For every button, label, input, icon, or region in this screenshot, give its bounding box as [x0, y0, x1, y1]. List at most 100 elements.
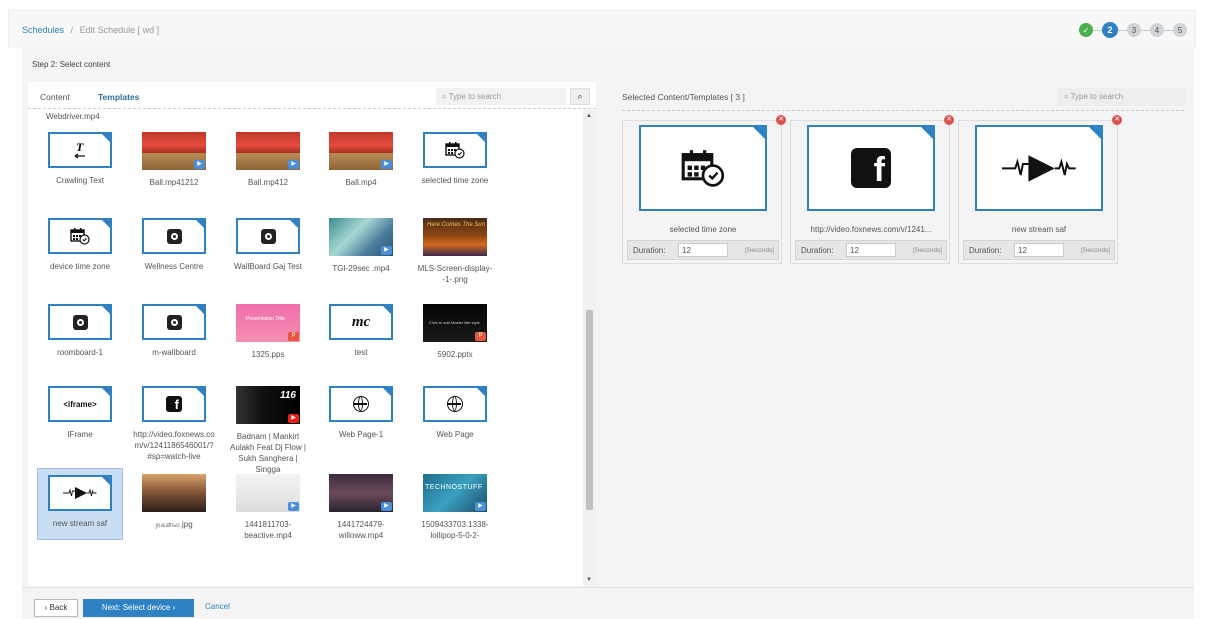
content-item[interactable]: Presentation Title P 1325.pps: [225, 304, 311, 360]
content-item[interactable]: ▶ 1441724479-willoww.mp4: [318, 474, 404, 541]
content-item-label: Ball.mp4: [345, 178, 377, 187]
main-panel: Step 2: Select content Content Templates…: [22, 48, 1194, 619]
globe-icon: [353, 396, 369, 412]
content-item[interactable]: Click to add Master title style P 5902.ppt…: [412, 304, 498, 360]
template-thumbnail: f: [142, 386, 206, 422]
scroll-up-arrow[interactable]: ▲: [586, 113, 592, 119]
content-item[interactable]: ▶ Ball.mp412: [225, 132, 311, 188]
cancel-link[interactable]: Cancel: [205, 602, 230, 611]
content-item-label: 1441724479-willoww.mp4: [337, 520, 385, 540]
content-item-label: IFrame: [67, 430, 93, 439]
content-thumbnail: Click to add Master title style P: [423, 304, 487, 342]
facebook-icon: f: [851, 148, 891, 189]
video-badge-icon: ▶: [288, 502, 299, 511]
content-item[interactable]: WallBoard Gaj Test: [225, 218, 311, 272]
content-thumbnail: 116 ▶: [236, 386, 300, 424]
content-item-label: selected time zone: [421, 176, 489, 185]
content-item[interactable]: 116 ▶ Badnam | Mankirt Aulakh Feat Dj Flow…: [225, 386, 311, 475]
content-item[interactable]: Web Page-1: [318, 386, 404, 440]
duration-label: Duration:: [801, 246, 834, 255]
mc-logo-icon: mc: [351, 313, 371, 330]
content-item[interactable]: நகலை.jpg: [131, 474, 217, 530]
search-placeholder: Type to search: [448, 92, 502, 101]
selected-thumbnail: f: [807, 125, 935, 211]
breadcrumb-current: Edit Schedule [ wd ]: [79, 25, 160, 35]
duration-row: Duration: 12 [Seconds]: [963, 240, 1115, 260]
remove-icon[interactable]: ✕: [776, 115, 786, 125]
next-label: Next: Select device: [101, 603, 171, 612]
tab-bar: Content Templates ⌕ Type to search ⌕: [28, 82, 596, 109]
content-item-label: Web Page-1: [338, 430, 384, 439]
tab-templates[interactable]: Templates: [98, 92, 139, 102]
scrollbar-thumb[interactable]: [586, 310, 593, 510]
remove-icon[interactable]: ✕: [1112, 115, 1122, 125]
content-item-label: 1441811703-beactive.mp4: [244, 520, 292, 540]
duration-input[interactable]: 12: [846, 243, 896, 257]
back-button[interactable]: ‹ Back: [34, 599, 78, 617]
content-thumbnail: ▶: [236, 132, 300, 170]
content-item-label: Ball.mp412: [247, 178, 289, 187]
calendar-clock-icon: [445, 142, 465, 159]
step-1: ✓: [1079, 23, 1093, 37]
content-search-input[interactable]: ⌕ Type to search: [436, 88, 566, 105]
duration-input[interactable]: 12: [1014, 243, 1064, 257]
template-thumbnail: [142, 218, 206, 254]
search-button[interactable]: ⌕: [570, 88, 590, 105]
divider: [622, 110, 1184, 111]
content-item-label: TGI-29sec .mp4: [332, 264, 390, 273]
video-badge-icon: ▶: [288, 160, 299, 169]
next-button[interactable]: Next: Select device ›: [83, 599, 194, 617]
content-item[interactable]: mc test: [318, 304, 404, 358]
content-item-label: MLS-Screen-display--1-.png: [417, 264, 493, 284]
content-thumbnail: ▶: [236, 474, 300, 512]
video-badge-icon: ▶: [194, 160, 205, 169]
step-2: 2: [1102, 22, 1118, 38]
selected-search-input[interactable]: ⌕ Type to search: [1058, 88, 1186, 106]
roomboard-icon: [166, 228, 182, 244]
remove-icon[interactable]: ✕: [944, 115, 954, 125]
content-item[interactable]: Here Comes The Sun MLS-Screen-display--1-…: [412, 218, 498, 285]
calendar-clock-icon: [70, 228, 90, 245]
search-icon: ⌕: [577, 91, 583, 101]
content-item-label: 1325.pps: [251, 350, 285, 359]
scrollbar[interactable]: ▲ ▼: [583, 110, 596, 586]
step-4: 4: [1150, 23, 1164, 37]
content-item[interactable]: ▶ 1441811703-beactive.mp4: [225, 474, 311, 541]
content-item-label: new stream saf: [52, 519, 108, 528]
content-browser: Content Templates ⌕ Type to search ⌕ Web…: [28, 82, 596, 586]
content-item[interactable]: Wellness Centre: [131, 218, 217, 272]
back-label: Back: [49, 603, 68, 612]
content-item[interactable]: new stream saf: [37, 468, 123, 540]
content-item[interactable]: <iframe> IFrame: [37, 386, 123, 440]
content-thumbnail: Presentation Title P: [236, 304, 300, 342]
svg-text:T: T: [76, 140, 84, 154]
video-badge-icon: ▶: [381, 160, 392, 169]
breadcrumb-schedules-link[interactable]: Schedules: [22, 25, 64, 35]
iframe-icon: <iframe>: [63, 399, 97, 409]
content-item[interactable]: T Crawling Text: [37, 132, 123, 186]
content-item[interactable]: device time zone: [37, 218, 123, 272]
content-item[interactable]: f http://video.foxnews.com/v/124118654600…: [131, 386, 217, 462]
content-item[interactable]: Web Page: [412, 386, 498, 440]
content-thumbnail: ▶: [142, 132, 206, 170]
duration-input[interactable]: 12: [678, 243, 728, 257]
content-item[interactable]: ▶ TGI-29sec .mp4: [318, 218, 404, 274]
scroll-down-arrow[interactable]: ▼: [586, 577, 592, 583]
stream-play-icon: [1001, 154, 1076, 182]
content-item[interactable]: ▶ Ball.mp4: [318, 132, 404, 188]
content-item[interactable]: selected time zone: [412, 132, 498, 186]
content-item-label: 5902.pptx: [437, 350, 473, 359]
selected-card: ✕ selected time zone Duration: 12 [Seconds]: [622, 115, 786, 264]
content-item[interactable]: roomboard-1: [37, 304, 123, 358]
content-item-label: test: [354, 348, 368, 357]
content-thumbnail: Here Comes The Sun: [423, 218, 487, 256]
content-item[interactable]: ▶ Ball.mp41212: [131, 132, 217, 188]
template-thumbnail: [423, 386, 487, 422]
selected-card-name: selected time zone: [669, 225, 737, 234]
selected-card: f ✕ http://video.foxnews.com/v/1241... Dura…: [790, 115, 954, 264]
selected-title: Selected Content/Templates [ 3 ]: [622, 92, 745, 102]
tab-content[interactable]: Content: [40, 92, 70, 102]
content-item[interactable]: m-wallboard: [131, 304, 217, 358]
roomboard-icon: [166, 314, 182, 330]
content-item[interactable]: TECHNOSTUFF ▶ 1509433703.1338-lollipop-5-0…: [412, 474, 498, 541]
